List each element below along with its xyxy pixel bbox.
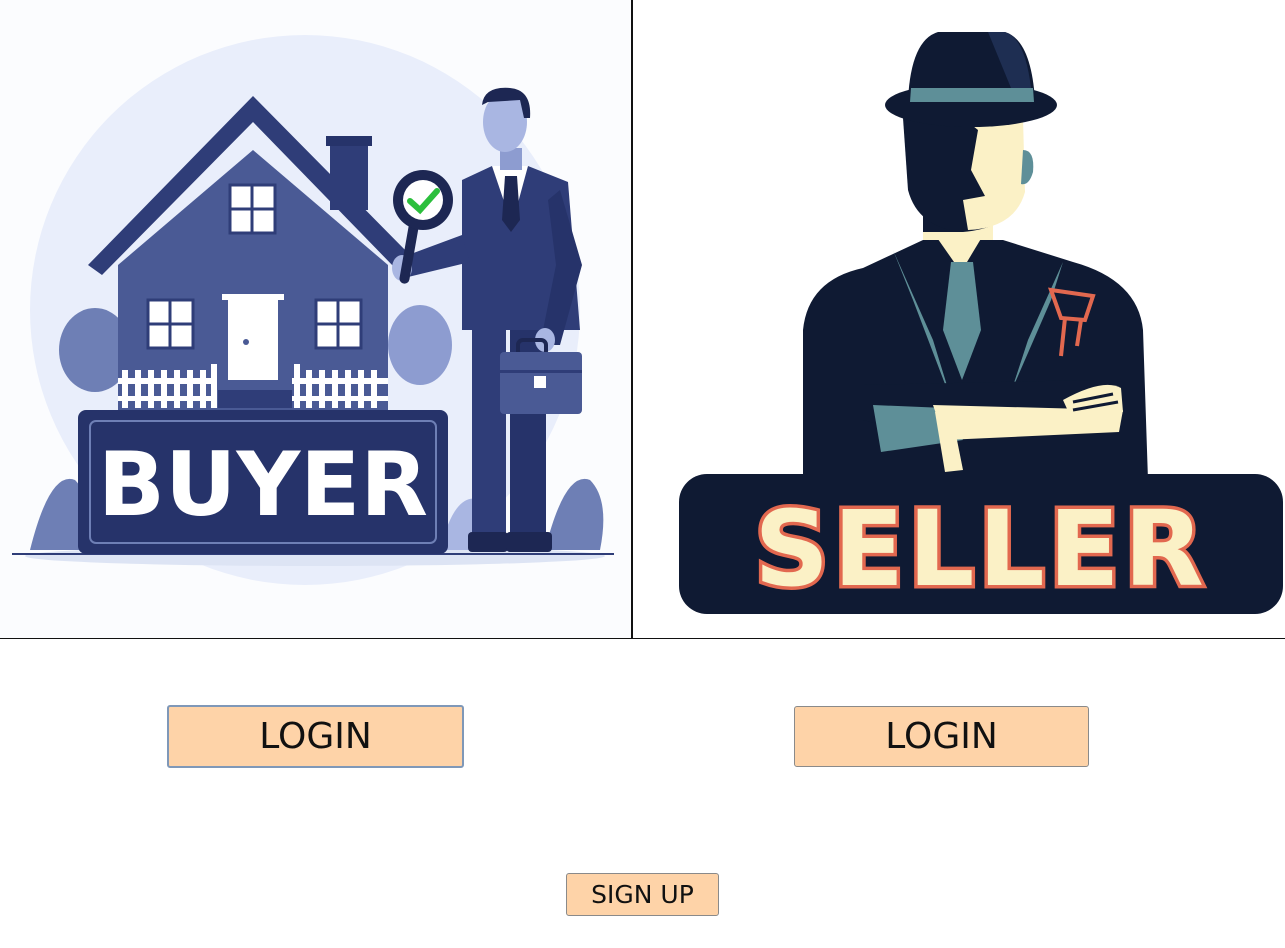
- buyer-banner-text: BUYER: [98, 433, 428, 536]
- seller-login-button[interactable]: LOGIN: [794, 706, 1089, 767]
- seller-banner-text: SELLER: [754, 488, 1208, 610]
- signup-button[interactable]: SIGN UP: [566, 873, 719, 916]
- panel-bottom-border: [0, 638, 1285, 639]
- seller-panel[interactable]: SELLER: [633, 0, 1285, 638]
- chimney: [330, 140, 368, 210]
- seller-illustration: SELLER: [679, 32, 1283, 614]
- front-door: [228, 300, 278, 380]
- buyer-login-button[interactable]: LOGIN: [167, 705, 464, 768]
- bush-right: [388, 305, 452, 385]
- buyer-illustration: BUYER: [12, 35, 614, 585]
- buyer-panel[interactable]: BUYER: [0, 0, 631, 638]
- seller-man-suit: [803, 240, 1148, 480]
